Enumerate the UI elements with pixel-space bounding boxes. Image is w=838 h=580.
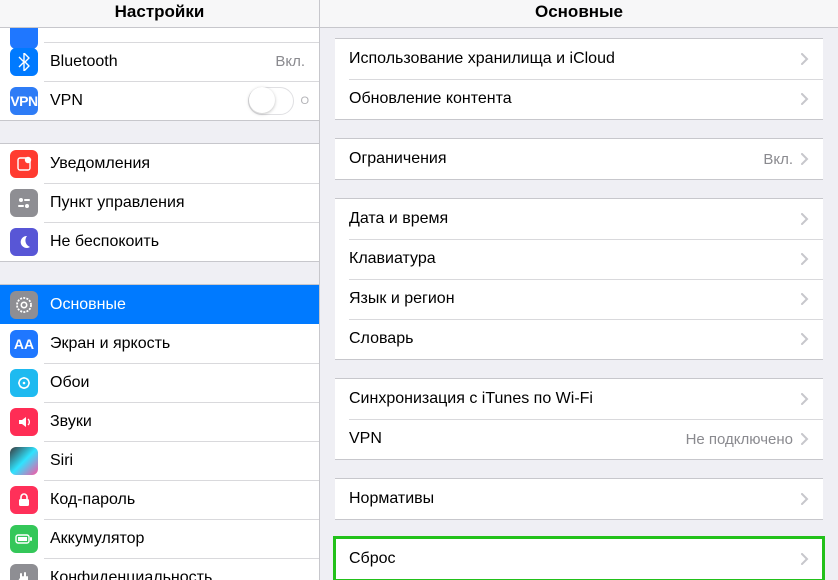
row-language[interactable]: Язык и регион <box>335 279 823 319</box>
sidebar-item-privacy[interactable]: Конфиденциальность <box>0 558 319 580</box>
group-regulatory: Нормативы <box>335 478 823 520</box>
sidebar-title: Настройки <box>0 0 319 28</box>
row-storage[interactable]: Использование хранилища и iCloud <box>335 39 823 79</box>
vpn-switch[interactable] <box>248 87 294 115</box>
row-label: Клавиатура <box>349 250 801 268</box>
row-label: Дата и время <box>349 210 801 228</box>
sidebar-item-label: Код-пароль <box>50 491 309 509</box>
row-label: VPN <box>349 430 686 448</box>
sidebar-item-label: Пункт управления <box>50 194 309 212</box>
chevron-right-icon <box>801 393 809 405</box>
group-restrictions: Ограничения Вкл. <box>335 138 823 180</box>
row-regulatory[interactable]: Нормативы <box>335 479 823 519</box>
sidebar-item-display[interactable]: AA Экран и яркость <box>0 324 319 363</box>
row-label: Обновление контента <box>349 90 801 108</box>
sidebar-group-system: Основные AA Экран и яркость Обои Звуки <box>0 284 319 580</box>
sidebar-item-label: Основные <box>50 296 309 314</box>
row-vpn[interactable]: VPN Не подключено <box>335 419 823 459</box>
chevron-right-icon <box>801 93 809 105</box>
row-value: Не подключено <box>686 431 793 448</box>
row-label: Нормативы <box>349 490 801 508</box>
sidebar-item-controlcenter[interactable]: Пункт управления <box>0 183 319 222</box>
sidebar-item-partial[interactable] <box>0 28 319 42</box>
row-background-refresh[interactable]: Обновление контента <box>335 79 823 119</box>
privacy-icon <box>10 564 38 580</box>
group-storage: Использование хранилища и iCloud Обновле… <box>335 38 823 120</box>
notifications-icon <box>10 150 38 178</box>
chevron-right-icon <box>801 493 809 505</box>
chevron-right-icon <box>801 213 809 225</box>
sidebar-item-label: Siri <box>50 452 309 470</box>
detail-scroll[interactable]: Использование хранилища и iCloud Обновле… <box>320 28 838 580</box>
chevron-right-icon <box>801 153 809 165</box>
battery-icon <box>10 525 38 553</box>
chevron-right-icon <box>801 253 809 265</box>
sidebar-item-label: Не беспокоить <box>50 233 309 251</box>
chevron-right-icon <box>801 433 809 445</box>
lock-icon <box>10 486 38 514</box>
sidebar-item-bluetooth[interactable]: Bluetooth Вкл. <box>0 42 319 81</box>
sidebar-item-siri[interactable]: Siri <box>0 441 319 480</box>
sidebar-item-label: VPN <box>50 92 248 110</box>
sidebar-item-battery[interactable]: Аккумулятор <box>0 519 319 558</box>
gear-icon <box>10 291 38 319</box>
sidebar-item-value: Вкл. <box>275 53 305 70</box>
row-itunes-wifi[interactable]: Синхронизация с iTunes по Wi-Fi <box>335 379 823 419</box>
sidebar-item-label: Конфиденциальность <box>50 569 309 580</box>
sidebar-item-label: Bluetooth <box>50 53 275 71</box>
row-value: Вкл. <box>763 151 793 168</box>
sidebar-item-dnd[interactable]: Не беспокоить <box>0 222 319 261</box>
chevron-right-icon <box>801 293 809 305</box>
sidebar-item-label: Обои <box>50 374 309 392</box>
row-label: Язык и регион <box>349 290 801 308</box>
sidebar-item-vpn[interactable]: VPN VPN O <box>0 81 319 120</box>
vpn-icon: VPN <box>10 87 38 115</box>
group-localization: Дата и время Клавиатура Язык и регион Сл… <box>335 198 823 360</box>
row-label: Словарь <box>349 330 801 348</box>
sidebar-item-sounds[interactable]: Звуки <box>0 402 319 441</box>
sidebar-item-general[interactable]: Основные <box>0 285 319 324</box>
sidebar-item-wallpaper[interactable]: Обои <box>0 363 319 402</box>
sidebar-scroll[interactable]: Bluetooth Вкл. VPN VPN O Уведомления <box>0 28 319 580</box>
settings-sidebar: Настройки Bluetooth Вкл. VPN VPN O <box>0 0 320 580</box>
group-reset: Сброс <box>335 538 823 580</box>
row-datetime[interactable]: Дата и время <box>335 199 823 239</box>
row-label: Использование хранилища и iCloud <box>349 50 801 68</box>
sounds-icon <box>10 408 38 436</box>
group-sync: Синхронизация с iTunes по Wi-Fi VPN Не п… <box>335 378 823 460</box>
sidebar-item-label: Экран и яркость <box>50 335 309 353</box>
sidebar-item-label: Аккумулятор <box>50 530 309 548</box>
switch-off-indicator: O <box>300 95 309 107</box>
wallpaper-icon <box>10 369 38 397</box>
chevron-right-icon <box>801 333 809 345</box>
sidebar-item-label: Звуки <box>50 413 309 431</box>
chevron-right-icon <box>801 53 809 65</box>
sidebar-item-label: Уведомления <box>50 155 309 173</box>
bluetooth-icon <box>10 48 38 76</box>
siri-icon <box>10 447 38 475</box>
control-center-icon <box>10 189 38 217</box>
sidebar-item-notifications[interactable]: Уведомления <box>0 144 319 183</box>
detail-pane: Основные Использование хранилища и iClou… <box>320 0 838 580</box>
row-keyboard[interactable]: Клавиатура <box>335 239 823 279</box>
row-label: Ограничения <box>349 150 763 168</box>
moon-icon <box>10 228 38 256</box>
sidebar-group-notifications: Уведомления Пункт управления Не беспокои… <box>0 143 319 262</box>
row-restrictions[interactable]: Ограничения Вкл. <box>335 139 823 179</box>
display-brightness-icon: AA <box>10 330 38 358</box>
detail-title: Основные <box>320 0 838 28</box>
sidebar-group-connectivity: Bluetooth Вкл. VPN VPN O <box>0 28 319 121</box>
sidebar-item-passcode[interactable]: Код-пароль <box>0 480 319 519</box>
row-reset[interactable]: Сброс <box>335 539 823 579</box>
row-label: Синхронизация с iTunes по Wi-Fi <box>349 390 801 408</box>
row-label: Сброс <box>349 550 801 568</box>
row-dictionary[interactable]: Словарь <box>335 319 823 359</box>
chevron-right-icon <box>801 553 809 565</box>
